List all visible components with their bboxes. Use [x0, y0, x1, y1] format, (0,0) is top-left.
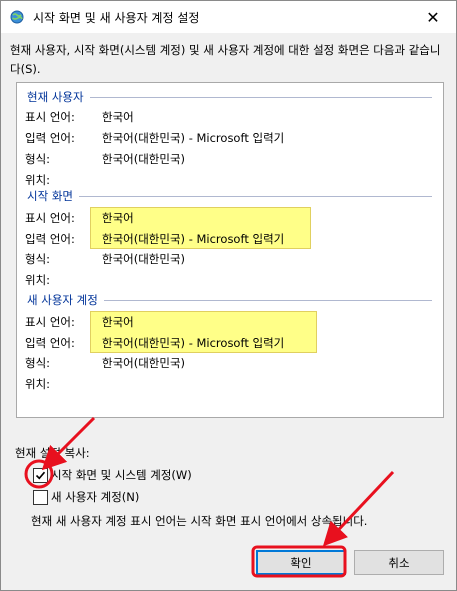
row-value: 한국어(대한민국) — [102, 152, 186, 166]
row-label: 형식: — [25, 152, 51, 166]
row-value: 한국어(대한민국) — [102, 252, 186, 266]
description-text: 현재 사용자, 시작 화면(시스템 계정) 및 새 사용자 계정에 대한 설정 … — [10, 43, 441, 76]
row-label: 표시 언어: — [25, 315, 75, 329]
section-header-new-user-accounts: 새 사용자 계정 — [27, 292, 432, 308]
section-title: 시작 화면 — [27, 189, 73, 203]
region-language-icon — [10, 10, 24, 24]
row-label: 표시 언어: — [25, 211, 75, 225]
row-label: 위치: — [25, 173, 51, 187]
section-title: 현재 사용자 — [27, 90, 84, 104]
section-divider — [103, 300, 432, 301]
row-label: 위치: — [25, 377, 51, 391]
row-label: 형식: — [25, 252, 51, 266]
ok-button-label: 확인 — [290, 555, 312, 570]
row-value: 한국어(대한민국) - Microsoft 입력기 — [102, 336, 285, 350]
row-value: 한국어 — [102, 315, 134, 329]
row-value: 한국어(대한민국) - Microsoft 입력기 — [102, 131, 285, 145]
row-label: 위치: — [25, 273, 51, 287]
dialog-window: 시작 화면 및 새 사용자 계정 설정 ✕ 현재 사용자, 시작 화면(시스템 … — [0, 0, 457, 591]
ok-button[interactable]: 확인 — [256, 550, 346, 575]
new-user-accounts-checkbox-label[interactable]: 새 사용자 계정(N) — [51, 489, 139, 505]
row-label: 입력 언어: — [25, 336, 75, 350]
row-value: 한국어 — [102, 211, 134, 225]
section-title: 새 사용자 계정 — [27, 293, 98, 307]
copy-settings-label: 현재 설정 복사: — [15, 446, 90, 460]
cancel-button-label: 취소 — [388, 555, 410, 570]
close-icon[interactable]: ✕ — [410, 1, 456, 33]
row-value: 한국어 — [102, 110, 134, 124]
section-divider — [89, 97, 432, 98]
title-bar: 시작 화면 및 새 사용자 계정 설정 ✕ — [1, 1, 456, 33]
inheritance-note: 현재 새 사용자 계정 표시 언어는 시작 화면 표시 언어에서 상속됩니다. — [31, 514, 368, 528]
window-title: 시작 화면 및 새 사용자 계정 설정 — [33, 11, 200, 25]
row-value: 한국어(대한민국) — [102, 356, 186, 370]
row-label: 형식: — [25, 356, 51, 370]
welcome-screen-checkbox-label[interactable]: 시작 화면 및 시스템 계정(W) — [51, 467, 192, 483]
settings-panel: 현재 사용자 표시 언어: 한국어 입력 언어: 한국어(대한민국) - Mic… — [16, 82, 444, 418]
new-user-accounts-checkbox[interactable] — [33, 490, 48, 505]
row-label: 표시 언어: — [25, 110, 75, 124]
checkmark-icon — [35, 471, 46, 480]
cancel-button[interactable]: 취소 — [354, 550, 444, 575]
section-header-welcome-screen: 시작 화면 — [27, 188, 432, 204]
section-divider — [78, 196, 432, 197]
row-value: 한국어(대한민국) - Microsoft 입력기 — [102, 232, 285, 246]
row-label: 입력 언어: — [25, 131, 75, 145]
section-header-current-user: 현재 사용자 — [27, 89, 432, 105]
welcome-screen-checkbox[interactable] — [33, 468, 48, 483]
row-label: 입력 언어: — [25, 232, 75, 246]
